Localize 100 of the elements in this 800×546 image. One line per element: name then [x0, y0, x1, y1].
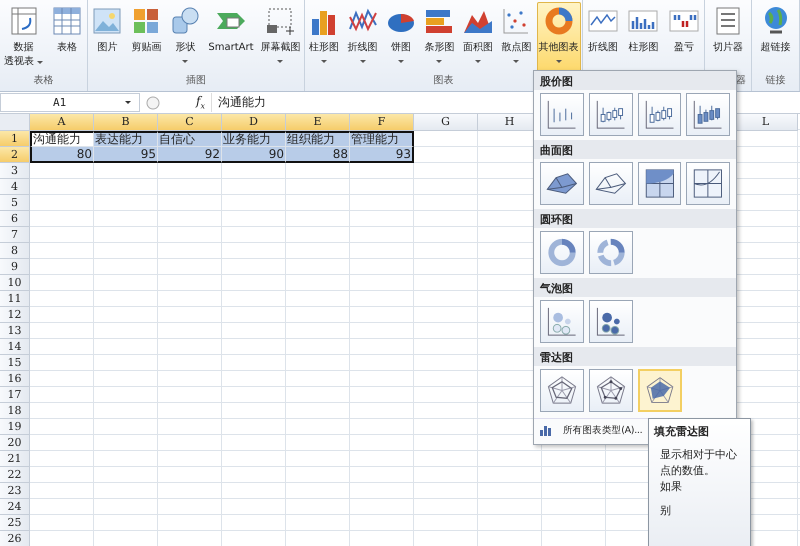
row-header[interactable]: 15 — [0, 355, 30, 371]
ribbon-button[interactable]: 屏幕截图 — [258, 2, 302, 72]
chart-type-option[interactable] — [638, 369, 682, 412]
row-header[interactable]: 6 — [0, 211, 30, 227]
name-box[interactable]: A1 — [0, 93, 140, 112]
column-chart-icon — [539, 423, 553, 437]
section-header: 曲面图 — [534, 140, 736, 159]
caret-icon — [513, 60, 520, 63]
row-header[interactable]: 19 — [0, 419, 30, 435]
row-header[interactable]: 9 — [0, 259, 30, 275]
row-header[interactable]: 16 — [0, 371, 30, 387]
row-header[interactable]: 3 — [0, 163, 30, 179]
caret-icon — [37, 60, 43, 64]
column-header[interactable]: D — [222, 114, 286, 131]
row-header[interactable]: 23 — [0, 483, 30, 499]
ribbon-button[interactable]: 其他图表 — [536, 2, 581, 72]
row-header[interactable]: 20 — [0, 435, 30, 451]
chart-type-option[interactable] — [589, 369, 633, 412]
row-header[interactable]: 21 — [0, 451, 30, 467]
table-cell: 95 — [94, 147, 158, 163]
caret-icon — [556, 60, 562, 63]
column-header[interactable]: L — [734, 114, 798, 131]
ribbon-button[interactable]: 散点图 — [498, 2, 534, 72]
column-header[interactable]: B — [94, 114, 158, 131]
chart-type-option[interactable] — [540, 300, 584, 343]
column-header[interactable]: A — [30, 114, 94, 131]
caret-icon — [125, 101, 131, 104]
ribbon-button[interactable]: 切片器 — [710, 2, 746, 72]
ribbon-button[interactable]: 条形图 — [421, 2, 458, 72]
column-header[interactable]: C — [158, 114, 222, 131]
row-header[interactable]: 5 — [0, 195, 30, 211]
chart-type-option[interactable] — [686, 162, 730, 205]
ribbon-button[interactable]: SmartArt — [206, 2, 256, 72]
row-header[interactable]: 7 — [0, 227, 30, 243]
resize-handle-icon[interactable] — [146, 96, 160, 110]
row-header[interactable]: 4 — [0, 179, 30, 195]
section-header: 股价图 — [534, 71, 736, 90]
table-icon — [51, 5, 83, 37]
group-label: 表格 — [34, 74, 54, 88]
caret-icon — [474, 60, 481, 63]
tooltip-text: 别 — [659, 503, 672, 519]
row-header[interactable]: 24 — [0, 499, 30, 515]
ribbon-button[interactable]: 超链接 — [758, 2, 794, 72]
row-header[interactable]: 2 — [0, 147, 30, 163]
row-header[interactable]: 8 — [0, 243, 30, 259]
ribbon-button[interactable]: 折线图 — [585, 2, 622, 72]
insert-function-button[interactable]: f$_{x}$ — [196, 94, 205, 111]
ribbon-button[interactable]: 剪贴画 — [128, 2, 164, 72]
row-header[interactable]: 22 — [0, 467, 30, 483]
caret-icon — [277, 60, 284, 63]
ribbon-button[interactable]: 图片 — [89, 2, 126, 72]
tooltip-text: 如果 — [659, 479, 683, 495]
chart-type-option[interactable] — [588, 162, 632, 205]
group-label: 插图 — [186, 74, 206, 88]
row-header[interactable]: 12 — [0, 307, 30, 323]
table-cell: 表达能力 — [94, 131, 158, 147]
table-cell: 业务能力 — [222, 131, 286, 147]
ribbon-button[interactable]: 形状 — [167, 2, 204, 72]
section-header: 圆环图 — [534, 209, 736, 228]
table-cell: 沟通能力 — [30, 131, 94, 147]
ribbon-button[interactable]: 柱形图 — [306, 2, 342, 72]
caret-icon — [182, 60, 188, 63]
caret-icon — [436, 60, 442, 63]
chart-type-option[interactable] — [540, 93, 584, 136]
ribbon-button[interactable]: 饼图 — [383, 2, 420, 72]
row-header[interactable]: 1 — [0, 131, 30, 147]
section-header: 雷达图 — [534, 347, 736, 366]
row-header[interactable]: 25 — [0, 515, 30, 531]
chart-type-option[interactable] — [638, 93, 682, 136]
chart-type-option[interactable] — [638, 162, 682, 205]
table-cell: 92 — [158, 147, 222, 163]
row-header[interactable]: 26 — [0, 531, 30, 546]
column-header[interactable]: E — [286, 114, 350, 131]
menu-item-label: 所有图表类型(A)... — [563, 424, 642, 436]
chart-type-option[interactable] — [589, 300, 633, 343]
ribbon-button[interactable]: 数据 透视表 — [2, 2, 45, 72]
chart-type-option[interactable] — [686, 93, 730, 136]
row-header[interactable]: 11 — [0, 291, 30, 307]
row-header[interactable]: 13 — [0, 323, 30, 339]
column-header[interactable]: F — [350, 114, 414, 131]
section-header: 气泡图 — [534, 278, 736, 297]
row-header[interactable]: 10 — [0, 275, 30, 291]
row-header[interactable]: 18 — [0, 403, 30, 419]
row-header[interactable]: 17 — [0, 387, 30, 403]
chart-type-option[interactable] — [540, 369, 584, 412]
table-cell: 88 — [286, 147, 350, 163]
ribbon-button[interactable]: 折线图 — [344, 2, 381, 72]
chart-type-option[interactable] — [540, 231, 584, 274]
caret-icon — [321, 60, 328, 63]
row-header[interactable]: 14 — [0, 339, 30, 355]
chart-type-option[interactable] — [588, 93, 632, 136]
group-label: 器 — [736, 74, 747, 88]
ribbon-button[interactable]: 表格 — [49, 2, 85, 72]
chart-type-option[interactable] — [540, 162, 584, 205]
group-label: 链接 — [766, 74, 786, 88]
table-cell: 80 — [30, 147, 94, 163]
chart-type-option[interactable] — [589, 231, 633, 274]
column-header[interactable]: G — [414, 114, 478, 131]
ribbon-button[interactable]: 面积图 — [460, 2, 496, 72]
table-cell: 组织能力 — [286, 131, 350, 147]
